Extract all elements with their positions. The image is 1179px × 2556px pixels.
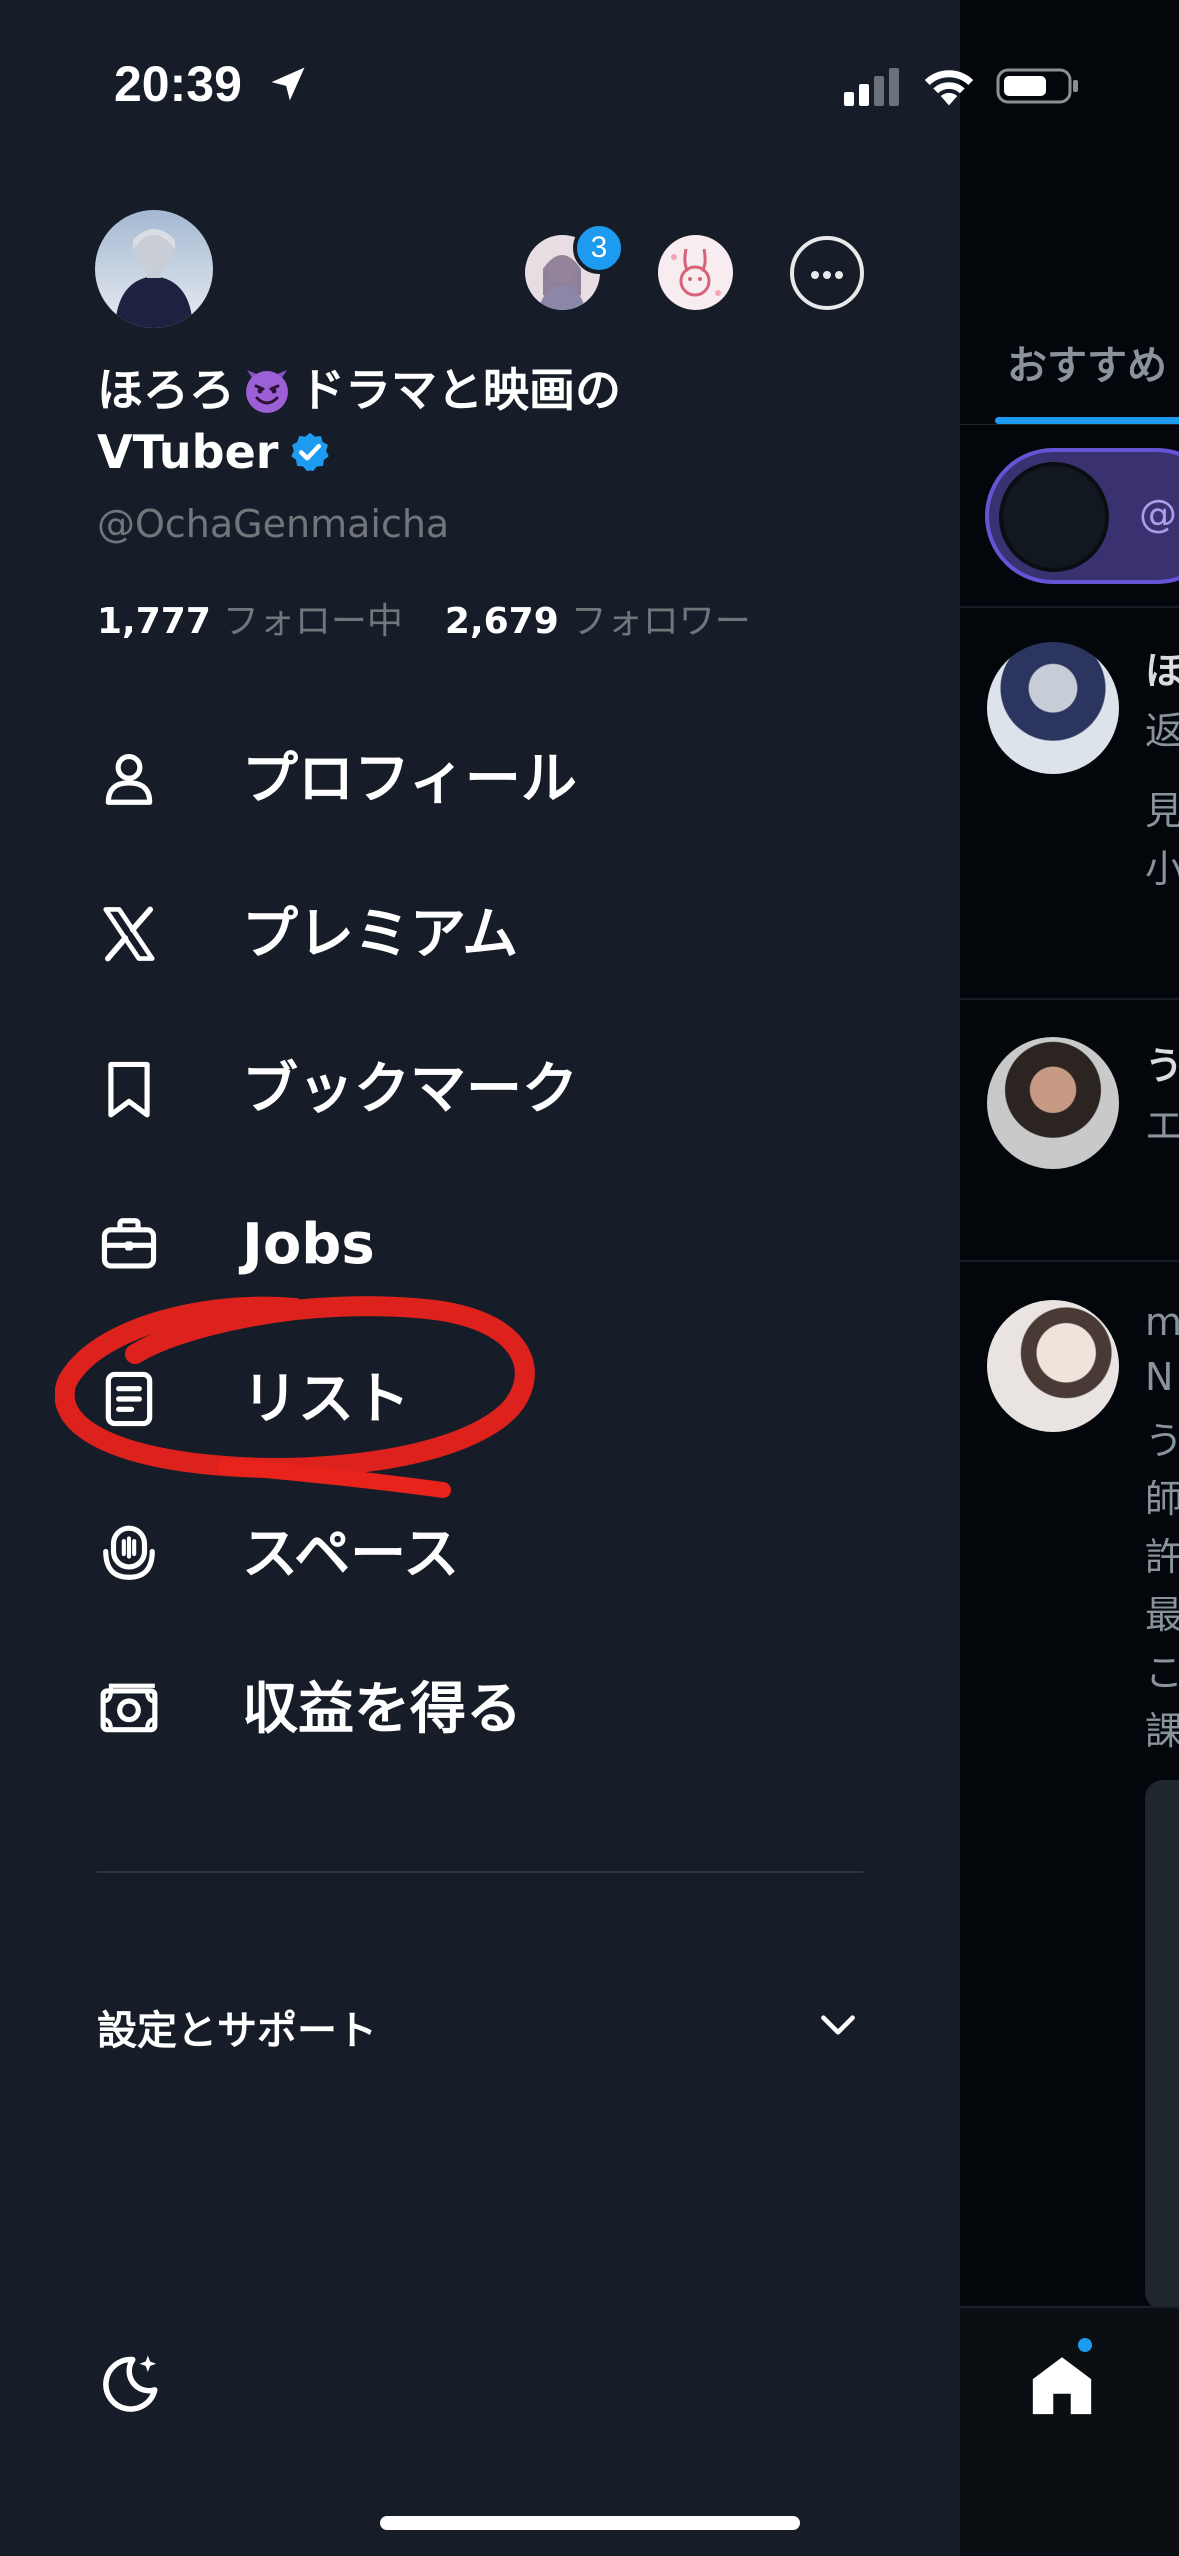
menu-item-premium[interactable]: プレミアム [90,873,890,993]
tweet-text: こ [1145,1651,1179,1695]
background-timeline: おすすめ @ ほ 返 見 小 う エ m N う 師 許 最 こ 課 [960,0,1179,2556]
follow-stats: 1,777 フォロー中 2,679 フォロワー [97,592,751,644]
menu-item-label: プレミアム [242,902,519,967]
briefcase-icon [101,1218,157,1269]
home-notification-dot [1075,2335,1095,2355]
tweet-text: 小 [1145,847,1179,891]
tweet-text: 見 [1145,789,1179,833]
moon-icon[interactable] [97,2350,163,2416]
tweet-avatar[interactable] [987,1037,1119,1169]
timeline-divider [960,998,1179,1000]
tweet-avatar[interactable] [987,1300,1119,1432]
tweet-text: N [1145,1355,1174,1399]
followers-label: フォロワー [570,601,751,642]
home-indicator[interactable] [380,2516,800,2530]
timeline-divider [960,1260,1179,1262]
display-name-second-line: VTuber [97,422,332,482]
menu-item-bookmarks[interactable]: ブックマーク [90,1028,890,1148]
switch-account-avatar[interactable] [658,235,733,310]
menu-item-label: リスト [242,1367,410,1432]
person-icon [105,753,153,805]
tweet-text: う [1145,1419,1179,1463]
verified-badge-icon [291,432,330,472]
tweet-text: 師 [1145,1477,1179,1521]
wifi-icon [924,70,974,106]
location-arrow-icon [271,67,305,101]
bookmark-icon [108,1061,150,1118]
display-name: ほろろ ドラマと映画の [97,360,621,420]
tweet-author: う [1145,1044,1179,1088]
followers-count: 2,679 [444,601,559,642]
menu-divider [97,1871,863,1873]
menu-item-label: 収益を得る [242,1677,522,1742]
menu-item-label: Jobs [242,1212,375,1277]
home-icon[interactable] [1027,2350,1097,2420]
tweet-media[interactable] [1145,1780,1179,2310]
spaces-icon [103,1525,155,1580]
battery-icon [996,68,1078,104]
pill-avatar [999,462,1109,572]
tab-recommended[interactable]: おすすめ [1007,333,1167,391]
menu-item-spaces[interactable]: スペース [90,1493,890,1613]
money-icon [100,1683,158,1733]
tweet-author: ほ [1145,649,1179,693]
menu-item-monetization[interactable]: 収益を得る [90,1648,890,1768]
followers-link[interactable]: 2,679 フォロワー [445,601,751,642]
cellular-signal-icon [844,68,899,106]
tweet-meta: 返 [1145,709,1179,753]
following-count: 1,777 [97,601,211,642]
menu-item-lists[interactable]: リスト [90,1338,890,1458]
account-notification-badge: 3 [573,222,625,274]
menu-item-label: スペース [242,1522,460,1587]
active-tab-indicator [995,417,1179,424]
x-logo-icon [103,906,155,962]
tweet-meta: エ [1145,1104,1179,1148]
spaces-pill[interactable]: @ [985,448,1179,584]
settings-and-support-toggle[interactable]: 設定とサポート [97,1990,863,2060]
chevron-down-icon [821,2015,855,2035]
navigation-drawer: 20:39 3 ほろろ ドラマと映画の VTuber @OchaGenmaich… [0,0,1078,2556]
display-name-text: ほろろ [97,363,235,417]
tweet-text: 最 [1145,1593,1179,1637]
display-name-text: VTuber [97,425,279,479]
timeline-divider [960,606,1179,608]
tweet-avatar[interactable] [987,642,1119,774]
menu-item-label: ブックマーク [242,1057,578,1122]
status-time: 20:39 [114,56,242,112]
list-icon [105,1371,153,1427]
bottom-tab-bar [960,2306,1179,2556]
menu-item-profile[interactable]: プロフィール [90,718,890,838]
following-link[interactable]: 1,777 フォロー中 [97,601,403,642]
tweet-author: m [1145,1300,1179,1344]
profile-avatar[interactable] [95,210,213,328]
user-handle: @OchaGenmaicha [97,502,450,546]
following-label: フォロー中 [222,601,403,642]
settings-and-support-label: 設定とサポート [97,2008,377,2054]
tweet-text: 課 [1145,1709,1179,1753]
display-name-text: ドラマと映画の [299,363,621,417]
menu-item-label: プロフィール [242,747,577,812]
tweet-text: 許 [1145,1535,1179,1579]
more-accounts-button[interactable] [790,236,864,310]
smiling-devil-icon [246,370,288,413]
pill-text: @ [1139,492,1177,536]
menu-item-jobs[interactable]: Jobs [90,1183,890,1303]
